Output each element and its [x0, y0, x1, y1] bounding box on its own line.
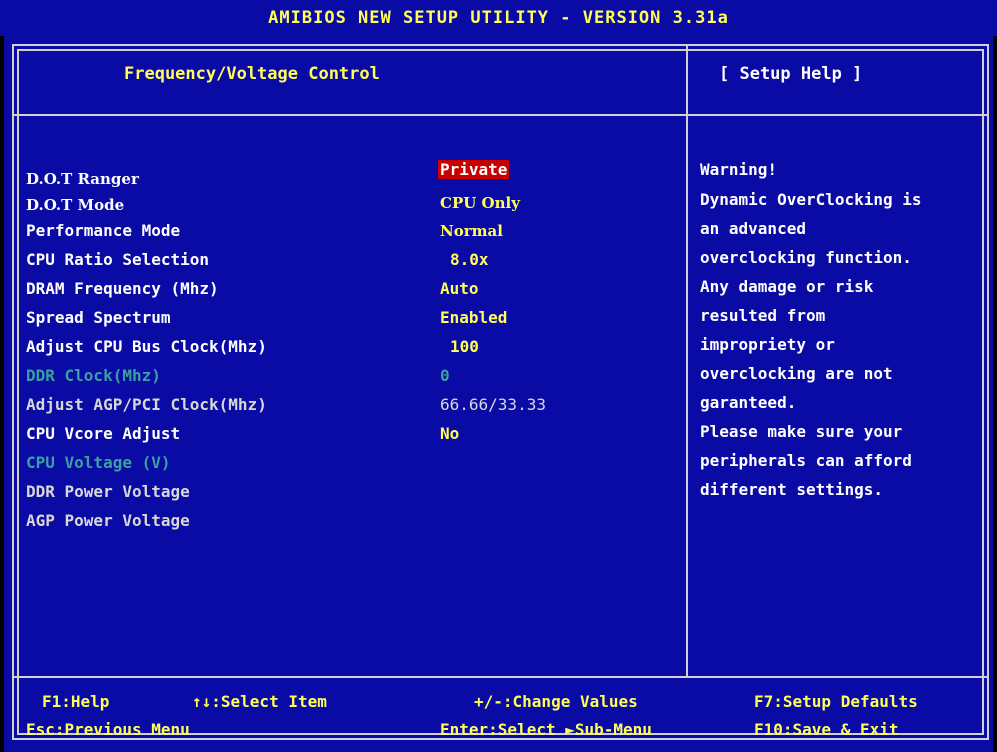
setting-dot-mode-value[interactable]: CPU Only	[440, 194, 520, 212]
window-title: AMIBIOS NEW SETUP UTILITY - VERSION 3.31…	[0, 0, 997, 36]
setting-cpu-ratio-label[interactable]: CPU Ratio Selection	[26, 250, 209, 269]
help-title: [ Setup Help ]	[719, 64, 863, 84]
footer-divider	[12, 676, 989, 678]
setting-spread-spectrum-value[interactable]: Enabled	[440, 308, 507, 327]
setting-cpu-vcore-value[interactable]: No	[440, 424, 459, 443]
page-title: Frequency/Voltage Control	[124, 64, 380, 84]
setting-ddr-power-voltage-label[interactable]: DDR Power Voltage	[26, 482, 190, 501]
key-hint-help: F1:Help	[42, 692, 110, 711]
help-line: overclocking are not	[700, 364, 893, 383]
key-hint-change-values: +/-:Change Values	[474, 692, 638, 711]
setting-cpu-ratio-value[interactable]: 8.0x	[450, 250, 489, 269]
setting-cpu-bus-clock-value[interactable]: 100	[450, 337, 479, 356]
help-line: garanteed.	[700, 393, 797, 412]
key-hint-sub-menu: Enter:Select ►Sub-Menu	[440, 720, 652, 739]
vertical-divider	[686, 44, 688, 676]
header-divider	[12, 114, 989, 116]
key-hint-save-exit: F10:Save & Exit	[754, 720, 899, 739]
setting-cpu-bus-clock-label[interactable]: Adjust CPU Bus Clock(Mhz)	[26, 337, 267, 356]
outer-frame	[12, 44, 989, 740]
setting-dram-frequency-value[interactable]: Auto	[440, 279, 479, 298]
bios-screen: Frequency/Voltage Control [ Setup Help ]…	[4, 36, 993, 752]
key-hint-select-item: ↑↓:Select Item	[192, 692, 327, 711]
help-line: an advanced	[700, 219, 806, 238]
setting-agp-pci-clock-label[interactable]: Adjust AGP/PCI Clock(Mhz)	[26, 395, 267, 414]
setting-performance-mode-value[interactable]: Normal	[440, 222, 503, 240]
key-hint-previous-menu: Esc:Previous Menu	[26, 720, 190, 739]
setting-agp-power-voltage-label[interactable]: AGP Power Voltage	[26, 511, 190, 530]
setting-spread-spectrum-label[interactable]: Spread Spectrum	[26, 308, 171, 327]
help-line: Any damage or risk	[700, 277, 874, 296]
setting-dot-ranger-value[interactable]: Private	[438, 160, 510, 179]
setting-dram-frequency-label[interactable]: DRAM Frequency (Mhz)	[26, 279, 219, 298]
help-line: resulted from	[700, 306, 826, 325]
help-line: different settings.	[700, 480, 884, 499]
help-line: Dynamic OverClocking is	[700, 190, 922, 209]
setting-dot-ranger-label[interactable]: D.O.T Ranger	[26, 170, 139, 188]
setting-ddr-clock-value: 0	[440, 366, 450, 385]
setting-performance-mode-label[interactable]: Performance Mode	[26, 221, 180, 240]
help-line: Warning!	[700, 160, 778, 179]
help-line: peripherals can afford	[700, 451, 912, 470]
setting-ddr-clock-label: DDR Clock(Mhz)	[26, 366, 161, 385]
help-line: Please make sure your	[700, 422, 903, 441]
setting-cpu-vcore-label[interactable]: CPU Vcore Adjust	[26, 424, 180, 443]
key-hint-setup-defaults: F7:Setup Defaults	[754, 692, 918, 711]
help-line: impropriety or	[700, 335, 835, 354]
setting-cpu-voltage-label: CPU Voltage (V)	[26, 453, 171, 472]
help-line: overclocking function.	[700, 248, 912, 267]
setting-agp-pci-clock-value[interactable]: 66.66/33.33	[440, 395, 546, 414]
setting-dot-mode-label[interactable]: D.O.T Mode	[26, 196, 124, 214]
